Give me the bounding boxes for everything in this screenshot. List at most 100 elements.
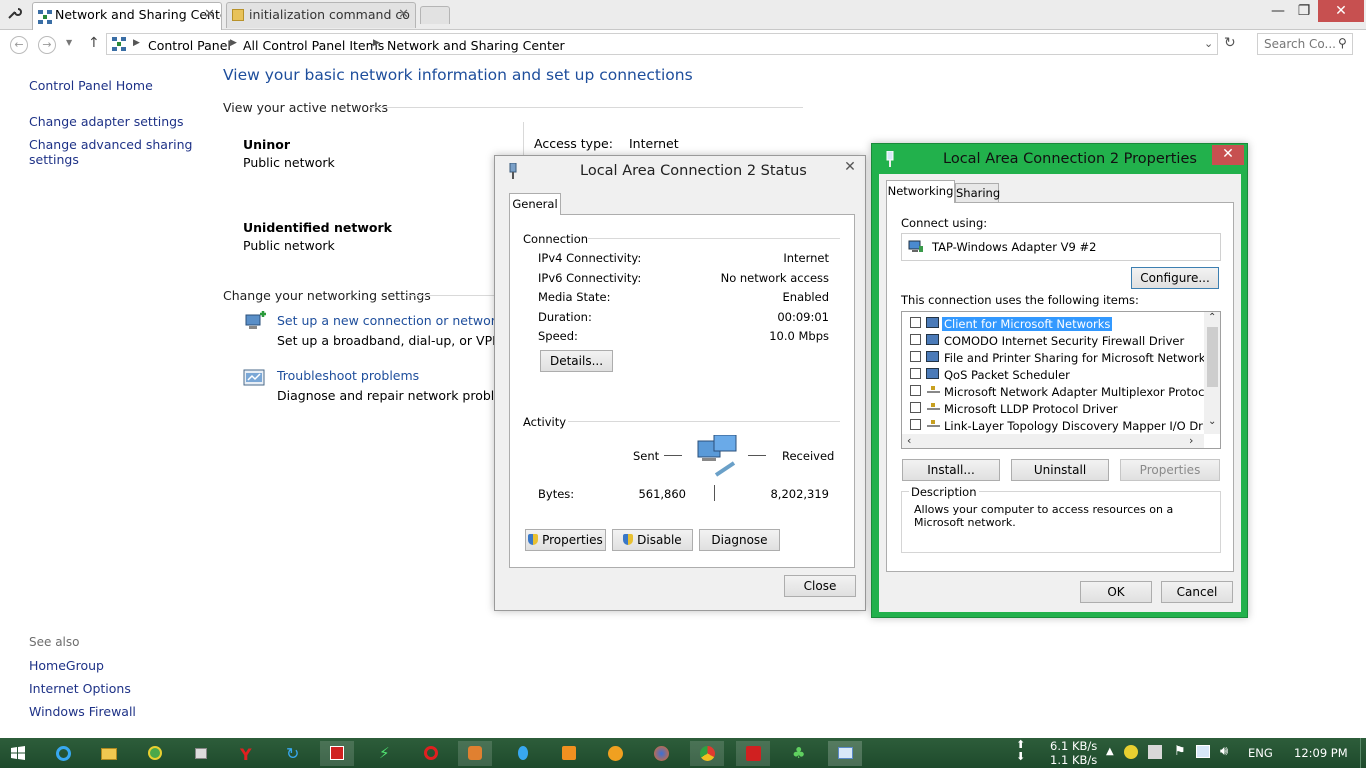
vertical-scrollbar[interactable]: ⌃ ⌄ (1204, 312, 1220, 434)
lock-app-icon[interactable] (184, 741, 218, 766)
network-type-link[interactable]: Public network (243, 238, 335, 253)
uninstall-button[interactable]: Uninstall (1011, 459, 1109, 481)
list-item[interactable]: Microsoft LLDP Protocol Driver (902, 400, 1202, 417)
network-type-link[interactable]: Public network (243, 155, 335, 170)
disable-button[interactable]: Disable (612, 529, 693, 551)
breadcrumb-separator-icon[interactable]: ▶ (373, 38, 380, 48)
address-dropdown-icon[interactable]: ⌄ (1204, 37, 1213, 50)
homegroup-link[interactable]: HomeGroup (29, 658, 104, 673)
back-arrow-icon[interactable]: ← (10, 36, 28, 54)
dialog-close-icon[interactable]: ✕ (837, 158, 863, 178)
scroll-left-icon[interactable]: ‹ (907, 434, 911, 447)
chrome-icon[interactable] (690, 741, 724, 766)
address-box[interactable]: ▶ Control Panel ▶ All Control Panel Item… (106, 33, 1218, 55)
cancel-button[interactable]: Cancel (1161, 581, 1233, 603)
clover-app-icon[interactable]: ♣ (782, 741, 816, 766)
refresh-icon[interactable]: ↻ (1224, 35, 1236, 51)
configure-button[interactable]: Configure... (1131, 267, 1219, 289)
tab-general[interactable]: General (509, 193, 561, 215)
tab-networking[interactable]: Networking (886, 180, 955, 203)
media-player-icon[interactable] (552, 741, 586, 766)
red-app-icon[interactable] (320, 741, 354, 766)
language-indicator[interactable]: ENG (1248, 746, 1273, 760)
install-button[interactable]: Install... (902, 459, 1000, 481)
breadcrumb-all-items[interactable]: All Control Panel Items (243, 38, 384, 53)
list-item[interactable]: QoS Packet Scheduler (902, 366, 1202, 383)
tab-close-icon[interactable]: ✕ (398, 3, 409, 27)
history-dropdown-icon[interactable]: ▼ (66, 38, 72, 47)
items-list[interactable]: Client for Microsoft Networks COMODO Inte… (901, 311, 1221, 449)
ok-button[interactable]: OK (1080, 581, 1152, 603)
up-arrow-icon[interactable]: ↑ (88, 35, 100, 51)
list-item[interactable]: File and Printer Sharing for Microsoft N… (902, 349, 1211, 366)
network-tray-icon[interactable] (1196, 745, 1210, 758)
tab-close-icon[interactable]: ✕ (204, 3, 215, 27)
scroll-up-icon[interactable]: ⌃ (1208, 312, 1216, 323)
forward-arrow-icon[interactable]: → (38, 36, 56, 54)
search-input[interactable]: Search Co... ⚲ (1257, 33, 1353, 55)
action-center-flag-icon[interactable]: ⚑ (1174, 744, 1186, 759)
windows-start-icon[interactable] (11, 746, 25, 760)
list-item[interactable]: COMODO Internet Security Firewall Driver (902, 332, 1202, 349)
firefox-icon[interactable] (644, 741, 678, 766)
orange-app-icon[interactable] (598, 741, 632, 766)
item-checkbox[interactable] (910, 334, 921, 345)
troubleshoot-link[interactable]: Troubleshoot problems (277, 368, 419, 383)
item-checkbox[interactable] (910, 402, 921, 413)
yandex-icon[interactable]: Y (230, 741, 264, 766)
file-explorer-icon[interactable] (92, 741, 126, 766)
internet-options-link[interactable]: Internet Options (29, 681, 131, 696)
control-panel-home-link[interactable]: Control Panel Home (29, 78, 153, 93)
tab-sharing[interactable]: Sharing (955, 183, 1000, 202)
scroll-down-icon[interactable]: ⌄ (1208, 416, 1216, 427)
sync-app-icon[interactable]: ↻ (276, 741, 310, 766)
item-checkbox[interactable] (910, 317, 921, 328)
dialog-close-icon[interactable]: ✕ (1212, 145, 1244, 165)
clock-time[interactable]: 12:09 PM (1294, 746, 1348, 760)
volume-icon[interactable]: 🔊︎ (1220, 744, 1228, 759)
tab-network-sharing[interactable]: Network and Sharing Cente ✕ (32, 2, 222, 30)
show-hidden-icons-icon[interactable]: ▲ (1106, 746, 1114, 757)
close-button[interactable]: Close (784, 575, 856, 597)
windows-firewall-link[interactable]: Windows Firewall (29, 704, 136, 719)
breadcrumb-separator-icon[interactable]: ▶ (133, 38, 140, 48)
item-checkbox[interactable] (910, 368, 921, 379)
network-connections-icon[interactable] (828, 741, 862, 766)
breadcrumb-control-panel[interactable]: Control Panel (148, 38, 231, 53)
target-app-icon[interactable] (414, 741, 448, 766)
item-checkbox[interactable] (910, 351, 921, 362)
comodo-icon[interactable] (736, 741, 770, 766)
setup-connection-link[interactable]: Set up a new connection or network (277, 313, 503, 328)
location-app-icon[interactable] (506, 741, 540, 766)
bytes-received-value: 8,202,319 (770, 487, 829, 501)
diagnose-button[interactable]: Diagnose (699, 529, 780, 551)
scroll-right-icon[interactable]: › (1189, 434, 1193, 447)
breadcrumb-network-center[interactable]: Network and Sharing Center (387, 38, 565, 53)
tab-initialization-command[interactable]: initialization command co ✕ (226, 2, 416, 28)
tray-app-icon[interactable] (1124, 745, 1138, 759)
breadcrumb-separator-icon[interactable]: ▶ (230, 38, 237, 48)
lightning-app-icon[interactable]: ⚡ (368, 741, 402, 766)
app-globe-icon[interactable] (138, 741, 172, 766)
window-close-button[interactable]: ✕ (1318, 0, 1364, 22)
restore-button[interactable]: ❐ (1290, 0, 1318, 22)
scrollbar-thumb[interactable] (1207, 327, 1218, 387)
search-icon[interactable]: ⚲ (1338, 36, 1347, 50)
minimize-button[interactable]: — (1264, 0, 1292, 22)
new-tab-button[interactable] (420, 6, 450, 24)
show-desktop-button[interactable] (1360, 738, 1366, 768)
item-checkbox[interactable] (910, 419, 921, 430)
change-adapter-settings-link[interactable]: Change adapter settings (29, 114, 184, 129)
properties-button[interactable]: Properties (525, 529, 606, 551)
wrench-icon[interactable] (6, 5, 22, 21)
list-item[interactable]: Link-Layer Topology Discovery Mapper I/O… (902, 417, 1220, 434)
horizontal-scrollbar[interactable]: ‹ › (902, 434, 1204, 448)
list-item[interactable]: Client for Microsoft Networks (902, 315, 1202, 332)
item-checkbox[interactable] (910, 385, 921, 396)
internet-explorer-icon[interactable] (46, 741, 80, 766)
details-button[interactable]: Details... (540, 350, 613, 372)
tray-app-icon[interactable] (1148, 745, 1162, 759)
change-advanced-sharing-link[interactable]: Change advanced sharing settings (29, 137, 192, 167)
home-app-icon[interactable] (458, 741, 492, 766)
list-item[interactable]: Microsoft Network Adapter Multiplexor Pr… (902, 383, 1215, 400)
